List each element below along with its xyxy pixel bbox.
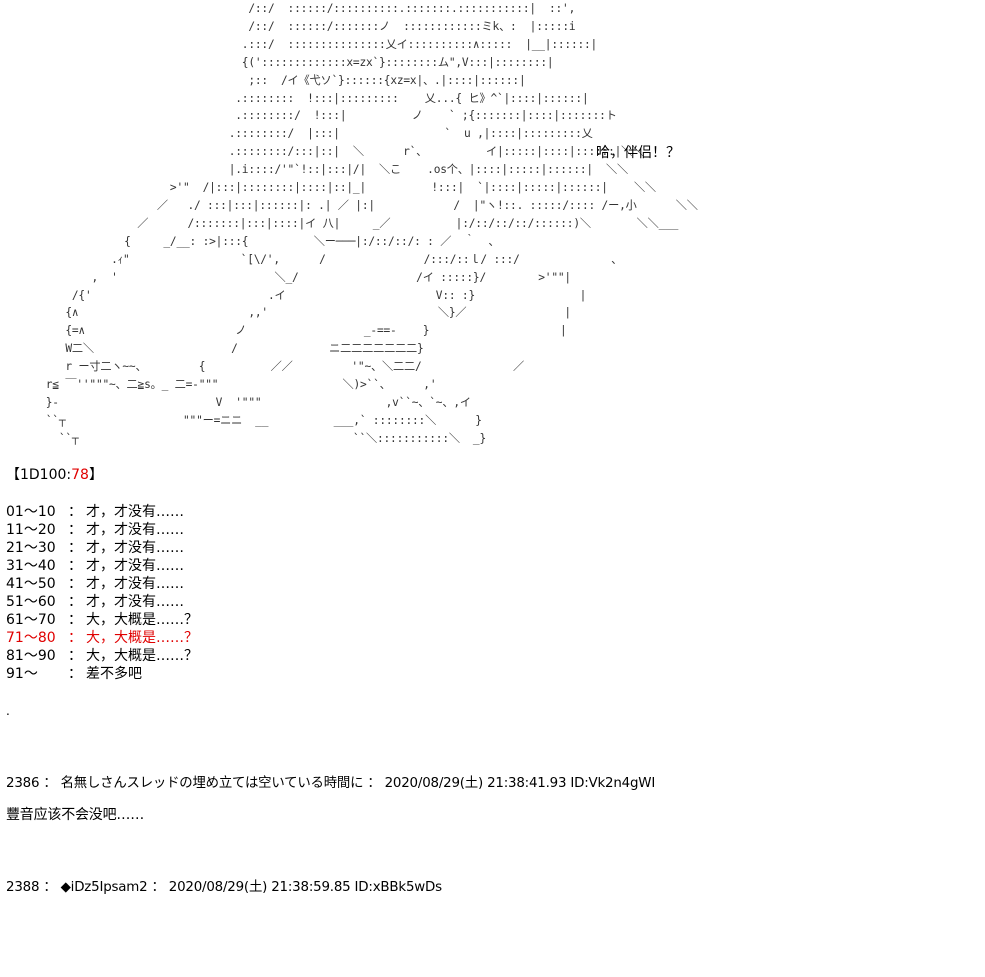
outcome-separator: ：: [68, 522, 82, 538]
outcome-text: 才，才没有……: [86, 540, 184, 556]
outcome-text: 大，大概是……？: [86, 612, 198, 628]
outcome-range: 71～80: [6, 630, 56, 646]
outcome-row: 81～90 ：大，大概是……？: [6, 647, 198, 665]
outcome-separator: ：: [68, 594, 82, 610]
outcome-text: 大，大概是……？: [86, 630, 198, 646]
outcome-row: 91～ ：差不多吧: [6, 665, 198, 683]
outcome-range: 01～10: [6, 504, 56, 520]
dice-roll-result: 【1D100:78】: [6, 466, 103, 484]
post-body: 豐音应该不会没吧……: [6, 807, 144, 823]
outcome-row: 51～60 ：才，才没有……: [6, 593, 198, 611]
outcome-range: 41～50: [6, 576, 56, 592]
speech-line: 哈，伴侣！？: [596, 145, 680, 161]
outcome-text: 才，才没有……: [86, 522, 184, 538]
outcome-row: 01～10 ：才，才没有……: [6, 503, 198, 521]
outcome-range: 11～20: [6, 522, 56, 538]
outcome-row: 31～40 ：才，才没有……: [6, 557, 198, 575]
outcome-range: 61～70: [6, 612, 56, 628]
outcome-range: 21～30: [6, 540, 56, 556]
outcome-row: 11～20 ：才，才没有……: [6, 521, 198, 539]
separator-dot: .: [6, 704, 10, 718]
outcome-row: 61～70 ：大，大概是……？: [6, 611, 198, 629]
outcome-row-selected: 71～80 ：大，大概是……？: [6, 629, 198, 647]
outcome-separator: ：: [68, 504, 82, 520]
outcome-text: 才，才没有……: [86, 558, 184, 574]
outcome-text: 差不多吧: [86, 666, 142, 682]
outcome-separator: ：: [68, 540, 82, 556]
outcome-text: 大，大概是……？: [86, 648, 198, 664]
outcome-range: 91～: [6, 666, 38, 682]
outcome-separator: ：: [68, 666, 82, 682]
outcome-row: 41～50 ：才，才没有……: [6, 575, 198, 593]
outcome-text: 才，才没有……: [86, 594, 184, 610]
outcome-separator: ：: [68, 630, 82, 646]
outcome-separator: ：: [68, 648, 82, 664]
dice-roll-open: 【1D100:: [6, 467, 72, 483]
post-header: 2388 ： ◆iDz5Ipsam2 ： 2020/08/29(土) 21:38…: [6, 880, 442, 895]
roll-outcome-table: 01～10：才，才没有…… 11～20：才，才没有…… 21～30：才，才没有……: [6, 503, 198, 683]
outcome-row: 21～30 ：才，才没有……: [6, 539, 198, 557]
outcome-separator: ：: [68, 612, 82, 628]
outcome-separator: ：: [68, 558, 82, 574]
dice-roll-close: 】: [88, 467, 103, 483]
outcome-range: 51～60: [6, 594, 56, 610]
outcome-text: 才，才没有……: [86, 504, 184, 520]
dice-roll-value: 78: [71, 467, 89, 483]
outcome-range: 31～40: [6, 558, 56, 574]
ascii-art-illustration: /::/ ::::::/::::::::::.:::::::.:::::::::…: [45, 2, 698, 445]
outcome-text: 才，才没有……: [86, 576, 184, 592]
outcome-separator: ：: [68, 576, 82, 592]
outcome-range: 81～90: [6, 648, 56, 664]
post-header: 2386 ： 名無しさんスレッドの埋め立ては空いている時間に ： 2020/08…: [6, 776, 656, 791]
